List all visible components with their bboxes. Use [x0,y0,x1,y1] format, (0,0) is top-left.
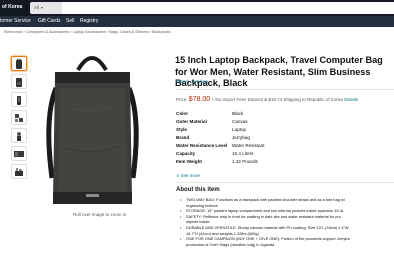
backpack-thumb-icon [15,113,23,122]
spec-value: Water Resistant [232,143,265,148]
spec-row: Item Weight 1.32 Pounds [176,158,394,166]
price-label: Price: [176,97,188,102]
price-value: $78.00 [188,96,211,103]
backpack-thumb-icon [17,95,21,105]
spec-row: Water Resistance Level Water Resistant [176,142,394,150]
spec-value: Canvas [232,119,248,124]
nav-item-customer-service[interactable]: tomer Service [0,18,31,24]
deliver-to-location[interactable]: of Korea [2,4,22,10]
about-bullets: TWO-WAY BAG: Functions as a backpack wit… [180,197,394,247]
backpack-thumb-icon [14,150,24,157]
spec-row: Style Laptop [176,126,394,134]
spec-key: Outer Material [176,119,207,124]
department-select[interactable]: All ▾ [30,2,62,14]
nav-item-gift-cards[interactable]: Gift Cards [38,18,61,24]
spec-value: 1.32 Pounds [232,159,258,164]
price-row: Price: $78.00 + No Import Fees Deposit &… [176,96,358,103]
header-bar: of Korea All ▾ [0,0,394,16]
department-label: All [34,5,40,10]
thumbnail-6[interactable] [11,146,27,161]
brand-link[interactable]: Brand: Jerrybag [176,79,208,84]
shipping-info: + No Import Fees Deposit & $18.73 Shippi… [211,97,343,102]
product-main-image[interactable] [30,48,155,213]
thumbnail-7[interactable] [11,164,27,179]
about-section-title: About this item [176,187,220,193]
breadcrumb[interactable]: Electronics › Computers & Accessories › … [4,30,171,34]
thumbnail-2[interactable] [11,74,27,89]
spec-value: 15.4 Liters [232,151,254,156]
spec-key: Color [176,111,188,116]
chevron-down-icon: ▾ [41,5,44,10]
see-more-link[interactable]: ∨ See more [176,173,200,179]
shipping-details-link[interactable]: Details [344,97,358,102]
spec-row: Brand Jerrybag [176,134,394,142]
zoom-hint: Roll over image to zoom in [73,212,127,217]
thumbnail-1[interactable] [11,56,27,71]
backpack-thumb-icon [16,58,22,69]
spec-value: Jerrybag [232,135,250,140]
product-specs-table: Color Black Outer Material Canvas Style … [176,110,394,166]
spec-row: Outer Material Canvas [176,118,394,126]
divider [176,89,394,90]
spec-value: Laptop [232,127,247,132]
thumbnail-4[interactable] [11,110,27,125]
backpack-thumb-icon [17,131,21,141]
search-input[interactable] [62,2,394,14]
backpack-thumb-icon [15,167,23,176]
spec-key: Capacity [176,151,196,156]
thumbnail-5[interactable] [11,128,27,143]
nav-item-registry[interactable]: Registry [80,18,98,24]
list-item: production of One+ Bags (donation bag) i… [186,241,275,247]
spec-key: Item Weight [176,159,202,164]
spec-key: Brand [176,135,190,140]
spec-key: Style [176,127,187,132]
product-title: 15 Inch Laptop Backpack, Travel Computer… [175,55,383,88]
thumbnail-3[interactable] [11,92,27,107]
backpack-thumb-icon [16,77,22,87]
nav-item-sell[interactable]: Sell [66,18,74,24]
spec-value: Black [232,111,244,116]
spec-row: Capacity 15.4 Liters [176,150,394,158]
nav-bar: tomer Service Gift Cards Sell Registry [0,16,394,27]
divider [176,182,394,183]
spec-key: Water Resistance Level [176,143,228,148]
spec-row: Color Black [176,110,394,118]
